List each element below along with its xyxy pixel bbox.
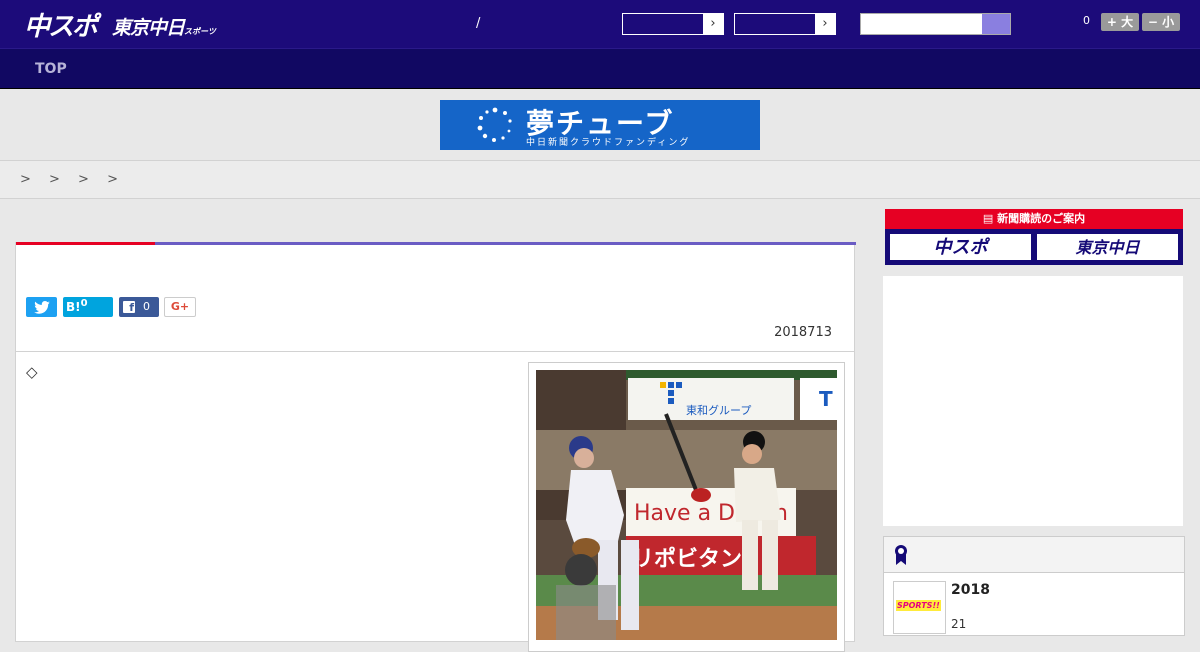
- facebook-icon: f: [123, 301, 135, 314]
- global-nav: TOP: [0, 48, 1200, 89]
- ribbon-award-icon: [895, 545, 907, 565]
- article-date: 2018713: [774, 325, 832, 340]
- ranking-header: [884, 537, 1184, 573]
- tokyo-chunichi-logo-small: スポーツ: [184, 27, 216, 36]
- breadcrumb-text[interactable]: > > > >: [20, 172, 125, 187]
- site-header: 中スポ 東京中日スポーツ / › › 0 + 大 − 小: [0, 0, 1200, 48]
- title-bar-red: [16, 242, 155, 245]
- subscription-title[interactable]: ▤ 新聞購読のご案内: [885, 209, 1183, 229]
- google-plus-button[interactable]: G+: [164, 297, 196, 317]
- baseball-photo-image: 東和グループ T Have a D n リポビタン: [536, 370, 837, 640]
- ranking-number: 21: [951, 617, 967, 631]
- subscribe-chuspo-button[interactable]: 中スポ: [889, 233, 1032, 261]
- photo-sign-towa: 東和グループ: [686, 403, 751, 417]
- article-card: B!0 f 0 G+ 2018713 ◇ 東和グループ T Have a D n…: [15, 242, 856, 652]
- hatena-count: 0: [80, 298, 88, 309]
- hatena-label: B!: [66, 300, 81, 314]
- subscription-box: ▤ 新聞購読のご案内 中スポ 東京中日: [885, 209, 1183, 265]
- ranking-box: SPORTS!! 2018 21: [883, 536, 1185, 636]
- search-input[interactable]: [861, 14, 981, 34]
- photo-sign-have-a: Have a D: [634, 501, 735, 526]
- newspaper-icon: ▤: [982, 212, 998, 225]
- header-divider: /: [476, 16, 481, 31]
- yume-tube-banner[interactable]: 夢チューブ 中日新聞クラウドファンディング: [440, 100, 760, 150]
- chuspo-logo[interactable]: 中スポ: [24, 6, 98, 43]
- subscription-title-text: 新聞購読のご案内: [997, 212, 1086, 225]
- category-select-2[interactable]: ›: [734, 13, 836, 35]
- twitter-share-button[interactable]: [26, 297, 57, 317]
- svg-text:T: T: [819, 387, 833, 411]
- ranking-thumbnail[interactable]: SPORTS!!: [893, 581, 946, 634]
- lead-diamond: ◇: [26, 363, 38, 381]
- photo-sign-lipovitan: リポビタン: [632, 546, 742, 572]
- tokyo-chunichi-logo[interactable]: 東京中日スポーツ: [112, 13, 216, 40]
- search-box: [860, 13, 1011, 35]
- ranking-thumb-label: SPORTS!!: [896, 600, 941, 611]
- subscribe-tokyo-chunichi-button[interactable]: 東京中日: [1036, 233, 1179, 261]
- chevron-right-icon: ›: [815, 14, 835, 34]
- advertisement-area: [883, 276, 1183, 526]
- banner-subtitle: 中日新聞クラウドファンディング: [526, 138, 691, 148]
- article-photo[interactable]: 東和グループ T Have a D n リポビタン: [528, 362, 845, 652]
- dots-circle-icon: [477, 107, 512, 142]
- chevron-right-icon: ›: [703, 14, 723, 34]
- font-larger-button[interactable]: + 大: [1101, 13, 1139, 31]
- ranking-year[interactable]: 2018: [951, 582, 990, 598]
- category-select-1[interactable]: ›: [622, 13, 724, 35]
- count-text: 0: [1083, 14, 1090, 27]
- facebook-share-button[interactable]: f 0: [119, 297, 159, 317]
- title-bar-purple: [155, 242, 856, 245]
- twitter-icon: [33, 301, 50, 314]
- search-button[interactable]: [982, 14, 1010, 34]
- facebook-count: 0: [143, 300, 150, 313]
- nav-top-link[interactable]: TOP: [35, 61, 67, 77]
- hatena-bookmark-button[interactable]: B!0: [63, 297, 113, 317]
- font-smaller-button[interactable]: − 小: [1142, 13, 1180, 31]
- breadcrumb: > > > >: [0, 160, 1200, 199]
- article-divider: [16, 351, 854, 352]
- tokyo-chunichi-logo-text: 東京中日: [112, 17, 185, 39]
